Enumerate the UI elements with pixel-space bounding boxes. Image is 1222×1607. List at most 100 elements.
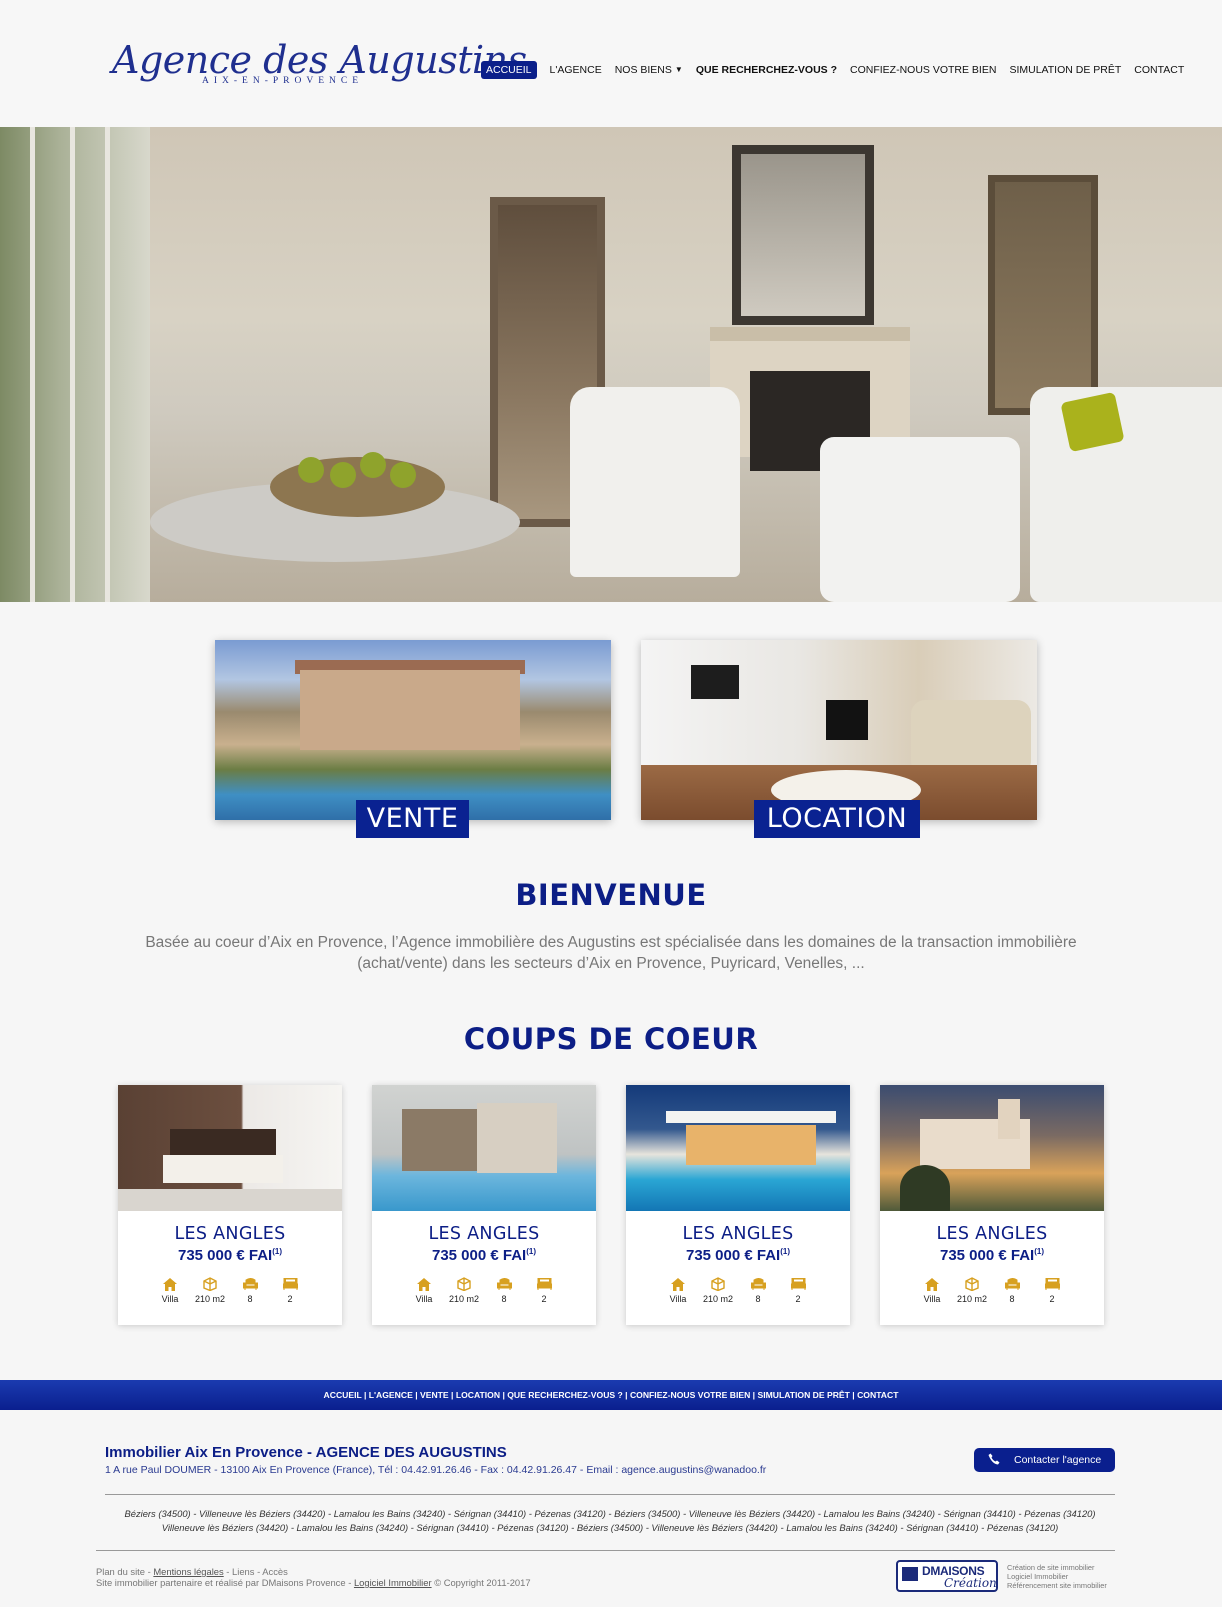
hero-pear	[360, 452, 386, 478]
property-photo	[118, 1085, 342, 1211]
bed-icon	[778, 1276, 818, 1292]
category-vente-label[interactable]: VENTE	[356, 800, 469, 838]
property-price-value: 735 000 € FAI	[431, 1247, 527, 1264]
property-rooms: 8	[247, 1294, 253, 1304]
footer-cities-line: Béziers (34500) - Villeneuve lès Béziers…	[124, 1508, 1096, 1519]
property-type: Villa	[161, 1294, 179, 1304]
hero-pear	[390, 462, 416, 488]
copyright-text: © Copyright 2011-2017	[434, 1577, 531, 1588]
footer-cities: Béziers (34500) - Villeneuve lès Béziers…	[105, 1507, 1115, 1535]
property-city: LES ANGLES	[682, 1224, 794, 1244]
hero-shelf	[988, 175, 1098, 415]
property-price-value: 735 000 € FAI	[177, 1247, 273, 1264]
property-type: Villa	[669, 1294, 687, 1304]
property-surface: 210 m2	[194, 1294, 226, 1304]
box-icon	[444, 1276, 484, 1292]
box-icon	[190, 1276, 230, 1292]
property-card[interactable]: LES ANGLES 735 000 € FAI(1) Villa 210 m2…	[626, 1085, 850, 1325]
link-logiciel-immobilier[interactable]: Logiciel Immobilier	[354, 1577, 432, 1588]
property-price-value: 735 000 € FAI	[939, 1247, 1035, 1264]
nav-item-agence[interactable]: L'AGENCE	[550, 61, 602, 79]
link-plan-du-site[interactable]: Plan du site	[96, 1566, 145, 1577]
category-location-card[interactable]	[641, 640, 1037, 820]
bed-icon	[1032, 1276, 1072, 1292]
nav-item-accueil[interactable]: ACCUEIL	[481, 61, 537, 79]
house-icon	[404, 1276, 444, 1292]
property-card[interactable]: LES ANGLES 735 000 € FAI(1) Villa 210 m2…	[118, 1085, 342, 1325]
hero-sofa-right	[1030, 387, 1222, 602]
partner-text: Site immobilier partenaire et réalisé pa…	[96, 1577, 346, 1588]
armchair-icon	[230, 1276, 270, 1292]
dmaisons-tagline-line: Référencement site immobilier	[1007, 1581, 1107, 1590]
welcome-text: Basée au coeur d’Aix en Provence, l’Agen…	[145, 934, 1077, 972]
box-icon	[698, 1276, 738, 1292]
footer-divider	[105, 1494, 1115, 1495]
nav-item-confiez-nous[interactable]: CONFIEZ-NOUS VOTRE BIEN	[850, 61, 996, 79]
property-card[interactable]: LES ANGLES 735 000 € FAI(1) Villa 210 m2…	[880, 1085, 1104, 1325]
property-surface: 210 m2	[448, 1294, 480, 1304]
property-price: 735 000 € FAI(1)	[118, 1247, 342, 1264]
chevron-down-icon: ▼	[674, 64, 683, 74]
property-price: 735 000 € FAI(1)	[372, 1247, 596, 1264]
property-price-note: (1)	[526, 1247, 536, 1256]
property-beds: 2	[541, 1294, 547, 1304]
property-surface: 210 m2	[702, 1294, 734, 1304]
armchair-icon	[484, 1276, 524, 1292]
house-icon	[912, 1276, 952, 1292]
house-icon	[902, 1567, 918, 1581]
site-logo[interactable]: Agence des Augustins AIX-EN-PROVENCE	[112, 38, 527, 98]
dmaisons-logo-script: Création	[944, 1576, 997, 1590]
property-photo	[880, 1085, 1104, 1211]
property-type: Villa	[923, 1294, 941, 1304]
property-type: Villa	[415, 1294, 433, 1304]
house-icon	[150, 1276, 190, 1292]
property-rooms: 8	[1009, 1294, 1015, 1304]
main-nav: ACCUEIL L'AGENCE NOS BIENS ▼ QUE RECHERCH…	[481, 60, 1197, 80]
footer-cities-line: Villeneuve lès Béziers (34420) - Lamalou…	[161, 1522, 1059, 1533]
footer-legal: Plan du site - Mentions légales - Liens …	[96, 1566, 531, 1588]
property-photo	[626, 1085, 850, 1211]
footer-title: Immobilier Aix En Provence - AGENCE DES …	[105, 1444, 507, 1461]
nav-item-simulation-pret[interactable]: SIMULATION DE PRÊT	[1009, 61, 1121, 79]
nav-item-contact[interactable]: CONTACT	[1134, 61, 1184, 79]
property-features: Villa 210 m2 8 2	[372, 1276, 596, 1304]
property-city: LES ANGLES	[174, 1224, 286, 1244]
nav-item-nos-biens[interactable]: NOS BIENS ▼	[615, 61, 683, 80]
category-vente-card[interactable]	[215, 640, 611, 820]
property-price-note: (1)	[1034, 1247, 1044, 1256]
property-beds: 2	[795, 1294, 801, 1304]
link-mentions-legales[interactable]: Mentions légales	[153, 1566, 223, 1577]
property-surface: 210 m2	[956, 1294, 988, 1304]
property-price: 735 000 € FAI(1)	[626, 1247, 850, 1264]
coups-de-coeur-title: COUPS DE COEUR	[463, 1022, 759, 1056]
footer-address: 1 A rue Paul DOUMER - 13100 Aix En Prove…	[105, 1464, 767, 1476]
armchair-icon	[738, 1276, 778, 1292]
property-beds: 2	[287, 1294, 293, 1304]
category-location-label[interactable]: LOCATION	[754, 800, 920, 838]
nav-item-que-recherchez-vous[interactable]: QUE RECHERCHEZ-VOUS ?	[696, 61, 837, 79]
property-city: LES ANGLES	[428, 1224, 540, 1244]
footer-nav-bar[interactable]: ACCUEIL | L'AGENCE | VENTE | LOCATION | …	[0, 1380, 1222, 1410]
house-icon	[658, 1276, 698, 1292]
dmaisons-tagline-line: Création de site immobilier	[1007, 1563, 1095, 1572]
property-price-value: 735 000 € FAI	[685, 1247, 781, 1264]
property-city: LES ANGLES	[936, 1224, 1048, 1244]
footer-divider	[96, 1550, 1115, 1551]
logo-subtitle: AIX-EN-PROVENCE	[202, 76, 364, 86]
property-beds: 2	[1049, 1294, 1055, 1304]
armchair-icon	[992, 1276, 1032, 1292]
contact-agency-button[interactable]: Contacter l'agence	[974, 1448, 1115, 1472]
link-acces[interactable]: Accès	[262, 1566, 288, 1577]
property-features: Villa 210 m2 8 2	[880, 1276, 1104, 1304]
bed-icon	[524, 1276, 564, 1292]
property-price: 735 000 € FAI(1)	[880, 1247, 1104, 1264]
property-rooms: 8	[755, 1294, 761, 1304]
dmaisons-logo[interactable]: DMAISONS Création	[896, 1560, 998, 1592]
property-card[interactable]: LES ANGLES 735 000 € FAI(1) Villa 210 m2…	[372, 1085, 596, 1325]
hero-window	[0, 127, 150, 602]
property-rooms: 8	[501, 1294, 507, 1304]
hero-sofa	[820, 437, 1020, 602]
phone-icon	[988, 1453, 1000, 1468]
property-price-note: (1)	[780, 1247, 790, 1256]
link-liens[interactable]: Liens	[232, 1566, 254, 1577]
